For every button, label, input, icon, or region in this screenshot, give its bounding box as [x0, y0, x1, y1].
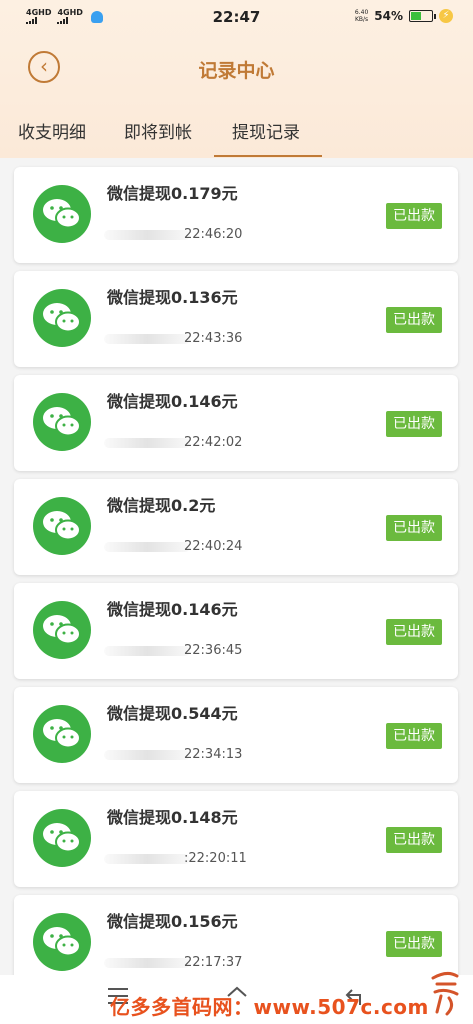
wechat-icon	[33, 497, 91, 555]
record-time: 22:36:45	[184, 643, 243, 658]
battery-icon	[409, 10, 436, 22]
status-badge: 已出款	[386, 827, 442, 853]
record-time: 22:43:36	[184, 331, 243, 346]
redacted-date	[104, 542, 190, 552]
record-title: 微信提现0.2元	[107, 496, 216, 515]
wechat-icon	[33, 289, 91, 347]
tab-income-expense[interactable]: 收支明细	[18, 118, 86, 143]
record-time: 22:40:24	[184, 539, 243, 554]
record-time: 22:17:37	[184, 955, 243, 970]
list-item[interactable]: 微信提现0.2元 22:40:24 已出款	[14, 479, 458, 575]
wechat-icon	[33, 185, 91, 243]
tab-bar: 收支明细 即将到帐 提现记录	[0, 110, 473, 158]
record-title: 微信提现0.156元	[107, 912, 238, 931]
redacted-date	[104, 438, 190, 448]
list-item[interactable]: 微信提现0.148元 :22:20:11 已出款	[14, 791, 458, 887]
active-tab-indicator	[214, 155, 322, 157]
record-time: 22:42:02	[184, 435, 243, 450]
wechat-icon	[33, 393, 91, 451]
status-badge: 已出款	[386, 307, 442, 333]
status-bar: 4GHD 4GHD 22:47 6.40 KB/s 54% ⚡	[0, 0, 473, 36]
list-item[interactable]: 微信提现0.179元 22:46:20 已出款	[14, 167, 458, 263]
record-title: 微信提现0.148元	[107, 808, 238, 827]
record-title: 微信提现0.179元	[107, 184, 238, 203]
watermark: 亿多多首码网：www.507c.com	[110, 995, 429, 1019]
network-speed: 6.40 KB/s	[354, 9, 369, 23]
wechat-icon	[33, 809, 91, 867]
battery-percent: 54%	[374, 9, 403, 23]
list-item[interactable]: 微信提现0.146元 22:36:45 已出款	[14, 583, 458, 679]
wechat-icon	[33, 601, 91, 659]
record-time: 22:46:20	[184, 227, 243, 242]
redacted-date	[104, 854, 190, 864]
status-badge: 已出款	[386, 619, 442, 645]
battery-fill	[411, 12, 422, 20]
tab-withdraw-records[interactable]: 提现记录	[232, 118, 300, 143]
watermark-logo-icon	[431, 971, 459, 1016]
status-right: 6.40 KB/s 54% ⚡	[355, 9, 453, 23]
record-time: :22:20:11	[184, 851, 247, 866]
list-item[interactable]: 微信提现0.136元 22:43:36 已出款	[14, 271, 458, 367]
charging-icon: ⚡	[439, 9, 453, 23]
status-badge: 已出款	[386, 411, 442, 437]
redacted-date	[104, 646, 190, 656]
record-title: 微信提现0.146元	[107, 600, 238, 619]
status-badge: 已出款	[386, 723, 442, 749]
status-badge: 已出款	[386, 203, 442, 229]
wechat-icon	[33, 705, 91, 763]
redacted-date	[104, 334, 190, 344]
status-badge: 已出款	[386, 931, 442, 957]
record-time: 22:34:13	[184, 747, 243, 762]
page-title: 记录中心	[198, 60, 275, 82]
redacted-date	[104, 230, 190, 240]
list-item[interactable]: 微信提现0.544元 22:34:13 已出款	[14, 687, 458, 783]
status-badge: 已出款	[386, 515, 442, 541]
redacted-date	[104, 750, 190, 760]
list-item[interactable]: 微信提现0.146元 22:42:02 已出款	[14, 375, 458, 471]
redacted-date	[104, 958, 190, 968]
record-title: 微信提现0.136元	[107, 288, 238, 307]
wechat-icon	[33, 913, 91, 971]
record-title: 微信提现0.146元	[107, 392, 238, 411]
record-title: 微信提现0.544元	[107, 704, 238, 723]
tab-pending[interactable]: 即将到帐	[124, 118, 192, 143]
